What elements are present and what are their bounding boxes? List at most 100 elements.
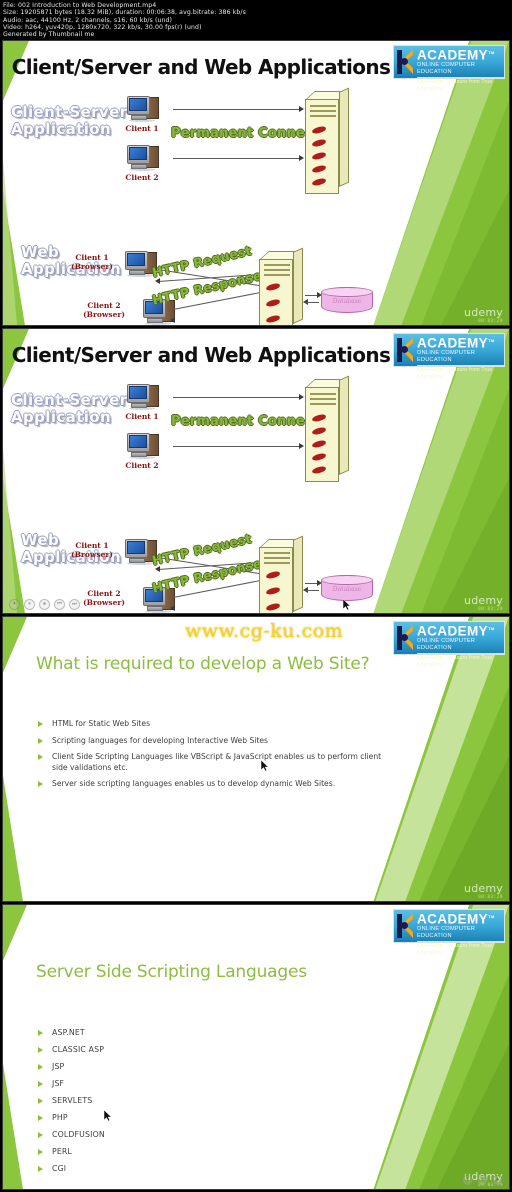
client1-browser-label: Client 1 (Browser) — [71, 253, 113, 271]
client1-computer-icon — [125, 96, 159, 122]
list-item: ASP.NET — [36, 1028, 286, 1039]
logo-tagline: Knowledge Treasure from True Educators — [417, 78, 493, 92]
video-frame-4[interactable]: Server Side Scripting Languages ASP.NET … — [2, 904, 510, 1190]
stop-button[interactable]: ⏹ — [39, 599, 50, 610]
stop-button[interactable]: ⏹ — [492, 1175, 503, 1186]
client2-browser-label: Client 2 (Browser) — [83, 589, 125, 607]
permanent-connection-arrow-2 — [173, 446, 301, 447]
mouse-cursor-icon — [261, 760, 269, 771]
video-frame-3[interactable]: What is required to develop a Web Site? … — [2, 616, 510, 902]
pause-button[interactable]: ⏸ — [24, 599, 35, 610]
list-item: JSF — [36, 1079, 286, 1090]
video-frame-1[interactable]: Client/Server and Web Applications Clien… — [2, 40, 510, 326]
client-server-application-label: Client-Server Application — [11, 391, 128, 426]
permanent-connection-arrowhead-1 — [299, 106, 304, 112]
permanent-connection-arrow-1 — [173, 397, 301, 398]
client2-browser-label: Client 2 (Browser) — [83, 301, 125, 319]
player-controls[interactable]: ⏵ ⏸ ⏹ — [462, 1175, 503, 1186]
client1-browser-label: Client 1 (Browser) — [71, 541, 113, 559]
udemy-watermark: udemy — [464, 882, 503, 895]
permanent-connection-arrowhead-2 — [299, 443, 304, 449]
logo-tm: TM — [488, 337, 495, 343]
logo-subtitle: ONLINE COMPUTER EDUCATION — [417, 350, 504, 366]
database-label: Database — [332, 298, 362, 305]
play-button[interactable]: ⏵ — [462, 1175, 473, 1186]
logo-tagline: Knowledge Treasure from True Educators — [417, 942, 493, 956]
list-item: PHP — [36, 1113, 286, 1124]
list-item: PERL — [36, 1147, 286, 1158]
slide-title: What is required to develop a Web Site? — [36, 654, 370, 674]
list-item: JSP — [36, 1062, 286, 1073]
pause-button[interactable]: ⏸ — [477, 1175, 488, 1186]
list-item: Scripting languages for developing Inter… — [36, 736, 386, 747]
list-item: Server side scripting languages enables … — [36, 779, 386, 790]
it-academy-logo: IT ACADEMYTM ONLINE COMPUTER EDUCATION K… — [393, 617, 505, 668]
play-button[interactable]: ⏵ — [9, 599, 20, 610]
video-frame-2[interactable]: Client/Server and Web Applications Clien… — [2, 328, 510, 614]
logo-title: IT ACADEMY — [417, 329, 489, 350]
player-controls[interactable]: ⏵ ⏸ ⏹ ⏮ ⏭ — [9, 599, 80, 610]
it-academy-logo: IT ACADEMYTM ONLINE COMPUTER EDUCATION K… — [393, 905, 505, 956]
previous-button[interactable]: ⏮ — [54, 599, 65, 610]
list-item: CGI — [36, 1164, 286, 1175]
udemy-watermark: udemy — [464, 306, 503, 319]
timestamp-stamp: 00:03:29 — [478, 319, 503, 324]
meta-line-generator: Generated by Thumbnail me — [3, 31, 95, 39]
it-academy-logo: IT ACADEMYTM ONLINE COMPUTER EDUCATION K… — [393, 329, 505, 380]
client-server-application-label: Client-Server Application — [11, 103, 128, 138]
mouse-cursor-icon — [104, 1110, 112, 1121]
it-academy-logo: IT ACADEMYTM ONLINE COMPUTER EDUCATION K… — [393, 41, 505, 92]
logo-tm: TM — [488, 625, 495, 631]
k-mark-icon — [396, 49, 416, 75]
logo-tm: TM — [488, 49, 495, 55]
next-button[interactable]: ⏭ — [69, 599, 80, 610]
list-item: COLDFUSION — [36, 1130, 286, 1141]
slide-title: Client/Server and Web Applications — [11, 55, 391, 79]
database-cylinder-icon: Database — [321, 287, 373, 313]
permanent-connection-arrowhead-1 — [299, 394, 304, 400]
logo-subtitle: ONLINE COMPUTER EDUCATION — [417, 926, 504, 942]
thumbnail-contact-sheet: Client/Server and Web Applications Clien… — [0, 40, 512, 1192]
timestamp-stamp: 00:03:29 — [478, 895, 503, 900]
client1-computer-icon — [125, 384, 159, 410]
site-watermark: www.cg-ku.com — [185, 620, 344, 642]
timestamp-stamp: 00:03:29 — [478, 607, 503, 612]
client1-label: Client 1 — [125, 124, 159, 133]
mouse-cursor-icon — [343, 599, 351, 610]
list-item: HTML for Static Web Sites — [36, 719, 386, 730]
logo-subtitle: ONLINE COMPUTER EDUCATION — [417, 638, 504, 654]
database-cylinder-icon: Database — [321, 575, 373, 601]
permanent-connection-arrowhead-2 — [299, 155, 304, 161]
k-mark-icon — [396, 625, 416, 651]
client2-computer-icon — [125, 433, 159, 459]
list-item: CLASSIC ASP — [36, 1045, 286, 1056]
video-metadata-header: File: 002 Introduction to Web Developmen… — [0, 0, 512, 40]
k-mark-icon — [396, 913, 416, 939]
logo-subtitle: ONLINE COMPUTER EDUCATION — [417, 62, 504, 78]
bullet-list: ASP.NET CLASSIC ASP JSP JSF SERVLETS PHP… — [36, 1028, 286, 1181]
slide-title: Server Side Scripting Languages — [36, 962, 307, 982]
list-item: SERVLETS — [36, 1096, 286, 1107]
meta-line-size: Size: 19205871 bytes (18.32 MiB), durati… — [3, 9, 246, 17]
logo-title: IT ACADEMY — [417, 617, 489, 638]
client2-label: Client 2 — [125, 461, 159, 470]
k-mark-icon — [396, 337, 416, 363]
list-item: Client Side Scripting Languages like VBS… — [36, 752, 386, 773]
client2-response-arrowhead — [170, 605, 175, 611]
bullet-list: HTML for Static Web Sites Scripting lang… — [36, 719, 386, 796]
logo-tm: TM — [488, 913, 495, 919]
meta-line-video: Video: h264, yuv420p, 1280x720, 322 kb/s… — [3, 23, 202, 31]
database-server-arrow — [305, 302, 319, 303]
meta-line-file: File: 002 Introduction to Web Developmen… — [3, 2, 157, 9]
logo-title: IT ACADEMY — [417, 905, 489, 926]
client2-response-arrowhead — [170, 317, 175, 323]
permanent-connection-arrow-1 — [173, 109, 301, 110]
client2-computer-icon — [125, 145, 159, 171]
logo-tagline: Knowledge Treasure from True Educators — [417, 654, 493, 668]
database-server-arrow — [305, 590, 319, 591]
meta-line-audio: Audio: aac, 44100 Hz, 2 channels, s16, 6… — [3, 16, 173, 24]
client2-label: Client 2 — [125, 173, 159, 182]
client1-label: Client 1 — [125, 412, 159, 421]
udemy-watermark: udemy — [464, 594, 503, 607]
logo-tagline: Knowledge Treasure from True Educators — [417, 366, 493, 380]
